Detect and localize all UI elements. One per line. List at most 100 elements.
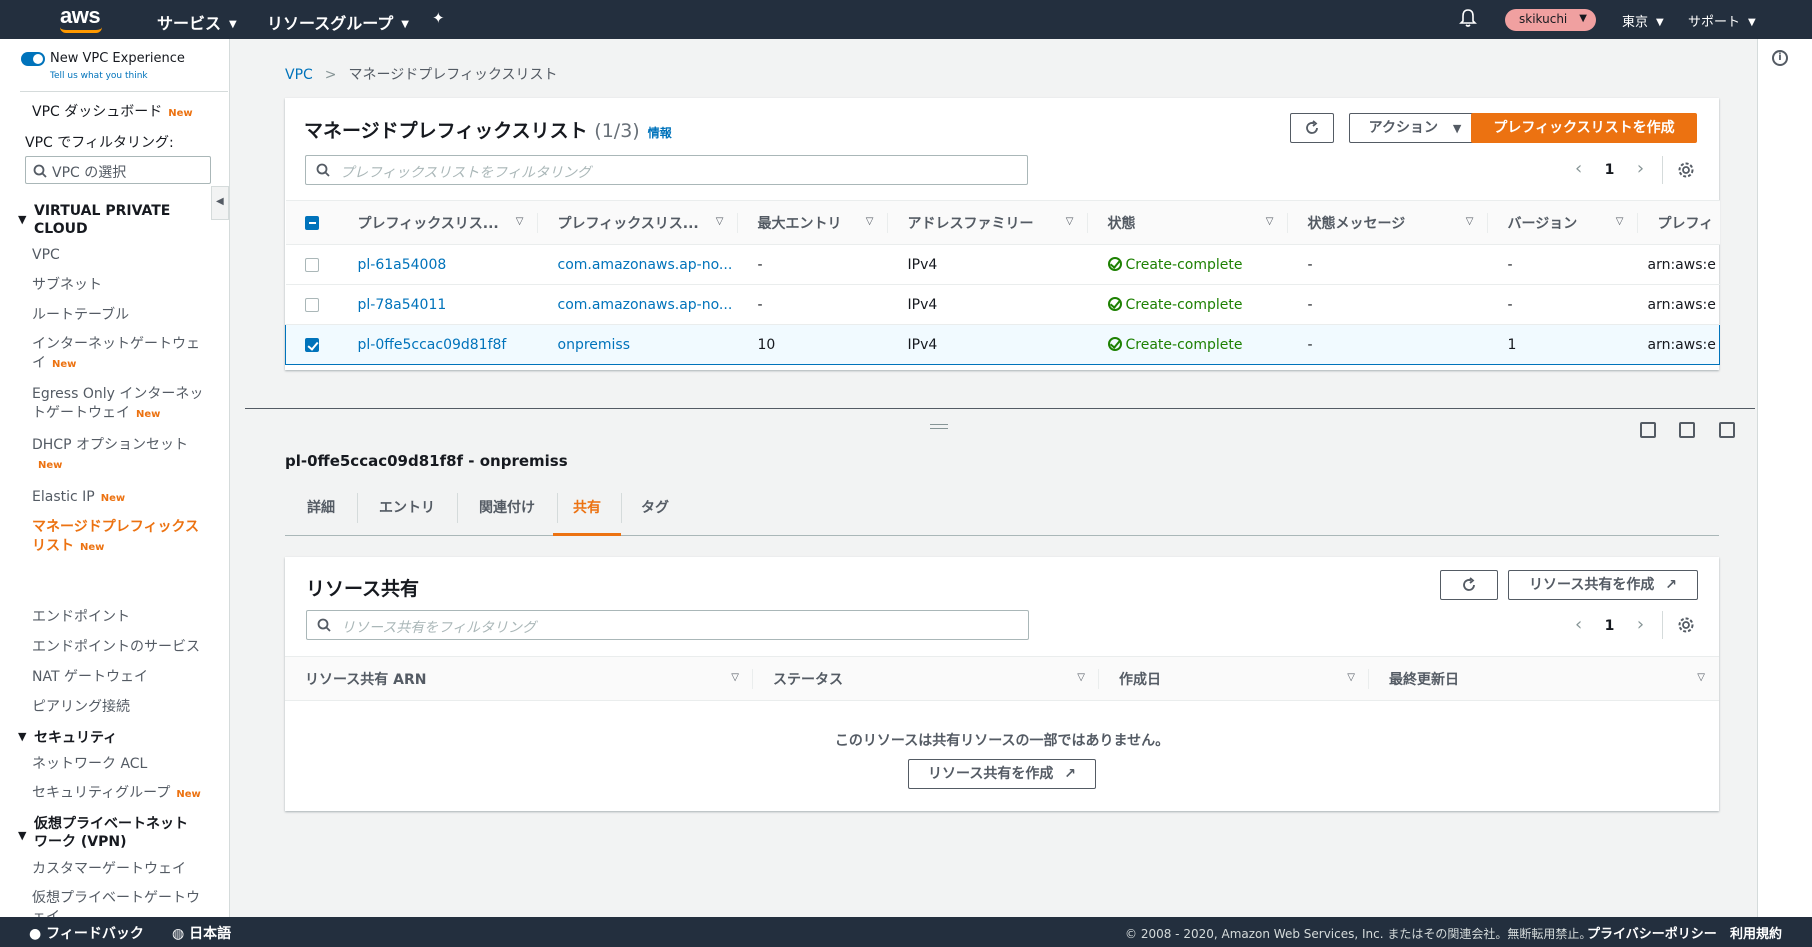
caret-down-icon[interactable]: ▼ [18, 213, 26, 226]
row-checkbox[interactable] [304, 257, 319, 272]
split-panel-divider[interactable] [245, 408, 1755, 409]
region-menu[interactable]: 東京 ▼ [1622, 11, 1664, 30]
column-header[interactable]: バージョン ▽ [1487, 200, 1638, 245]
sidebar-item-vpc[interactable]: VPC [32, 246, 60, 265]
sidebar-item-route-tables[interactable]: ルートテーブル [32, 306, 129, 325]
prefix-list-name-link[interactable]: onpremiss [558, 337, 631, 353]
caret-down-icon[interactable]: ▼ [18, 730, 26, 743]
column-header[interactable]: プレフィ [1637, 200, 1720, 245]
prefix-list-name-link[interactable]: com.amazonaws.ap-no... [558, 257, 733, 273]
panel-center-icon[interactable] [1679, 422, 1695, 438]
tab-tags[interactable]: タグ [621, 488, 689, 536]
terms-link[interactable]: 利用規約 [1730, 923, 1782, 942]
refresh-button[interactable] [1440, 570, 1498, 600]
user-menu[interactable]: skikuchi ▼ [1505, 9, 1596, 31]
services-menu[interactable]: サービス ▼ [157, 10, 237, 34]
gear-icon[interactable] [1677, 616, 1695, 634]
column-header[interactable]: ステータス ▽ [753, 656, 1099, 701]
sidebar-item-dashboard[interactable]: VPC ダッシュボード New [32, 103, 193, 123]
sidebar: New VPC Experience Tell us what you thin… [0, 39, 230, 917]
sidebar-item-network-acl[interactable]: ネットワーク ACL [32, 755, 147, 774]
prefix-list-filter-input[interactable]: プレフィックスリストをフィルタリング [305, 155, 1028, 185]
vpc-select[interactable]: VPC の選択 [25, 156, 211, 184]
resource-share-filter-input[interactable]: リソース共有をフィルタリング [306, 610, 1029, 640]
column-header[interactable]: 作成日 ▽ [1099, 656, 1369, 701]
sidebar-item-peering[interactable]: ピアリング接続 [32, 698, 130, 717]
breadcrumb-vpc[interactable]: VPC [285, 67, 313, 83]
panel-full-icon[interactable] [1719, 422, 1735, 438]
support-menu[interactable]: サポート ▼ [1688, 11, 1756, 30]
actions-button[interactable]: アクション ▼ [1349, 113, 1481, 143]
column-header-label: プレフィックスリス... [557, 215, 699, 232]
sidebar-group-security[interactable]: セキュリティ [34, 729, 117, 747]
column-header[interactable]: アドレスファミリー ▽ [887, 200, 1088, 245]
row-checkbox[interactable] [304, 297, 319, 312]
create-resource-share-button[interactable]: リソース共有を作成 ↗ [1508, 570, 1698, 600]
page-number[interactable]: 1 [1605, 162, 1615, 178]
prefix-list-name-link[interactable]: com.amazonaws.ap-no... [558, 297, 733, 313]
chevron-right-icon[interactable]: › [1637, 614, 1644, 635]
sidebar-item-egress-only-gateways[interactable]: Egress Only インターネットゲートウェイ New [32, 385, 212, 424]
aws-logo[interactable]: aws [60, 3, 101, 29]
feedback-hint-link[interactable]: Tell us what you think [50, 71, 148, 81]
table-row-selected[interactable]: pl-0ffe5ccac09d81f8f onpremiss 10 IPv4 C… [285, 324, 1720, 365]
info-icon[interactable]: i [1772, 50, 1788, 66]
chevron-left-icon[interactable]: ‹ [1575, 614, 1582, 635]
sidebar-item-customer-gateways[interactable]: カスタマーゲートウェイ [32, 860, 186, 879]
language-selector[interactable]: ◍ 日本語 [172, 923, 231, 943]
sidebar-item-endpoint-services[interactable]: エンドポイントのサービス [32, 638, 200, 657]
panel-bottom-icon[interactable] [1640, 422, 1656, 438]
sort-icon: ▽ [1465, 216, 1474, 227]
sidebar-item-subnets[interactable]: サブネット [32, 276, 102, 295]
sidebar-item-nat-gateways[interactable]: NAT ゲートウェイ [32, 668, 148, 687]
pin-icon[interactable]: ✦ [432, 9, 445, 27]
new-vpc-experience-toggle[interactable] [21, 52, 45, 66]
sidebar-item-virtual-private-gateways[interactable]: 仮想プライベートゲートウェイ [32, 889, 212, 917]
tab-details[interactable]: 詳細 [285, 488, 357, 536]
sidebar-item-elastic-ip[interactable]: Elastic IP New [32, 488, 125, 508]
refresh-button[interactable] [1290, 113, 1334, 143]
create-prefix-list-button[interactable]: プレフィックスリストを作成 [1471, 113, 1697, 143]
column-header[interactable]: リソース共有 ARN ▽ [285, 656, 753, 701]
column-header[interactable]: プレフィックスリス... ▽ [537, 200, 738, 245]
prefix-list-id-link[interactable]: pl-0ffe5ccac09d81f8f [358, 337, 507, 353]
gear-icon[interactable] [1677, 161, 1695, 179]
select-all-checkbox[interactable] [304, 215, 319, 230]
prefix-list-id-link[interactable]: pl-61a54008 [358, 257, 447, 273]
tab-sharing[interactable]: 共有 [553, 488, 621, 536]
resource-groups-menu[interactable]: リソースグループ ▼ [267, 10, 409, 34]
max-entries-cell: - [737, 284, 888, 325]
table-row[interactable]: pl-78a54011 com.amazonaws.ap-no... - IPv… [285, 284, 1720, 325]
sidebar-item-managed-prefix-lists[interactable]: マネージドプレフィックスリスト New [32, 518, 208, 557]
prefix-list-id-link[interactable]: pl-78a54011 [358, 297, 447, 313]
bell-icon[interactable] [1459, 8, 1477, 28]
page-number[interactable]: 1 [1605, 618, 1615, 634]
tab-entries[interactable]: エントリ [357, 488, 457, 536]
empty-create-resource-share-button[interactable]: リソース共有を作成 ↗ [908, 759, 1096, 789]
sidebar-item-endpoints[interactable]: エンドポイント [32, 608, 130, 627]
sidebar-collapse-button[interactable]: ◀ [211, 186, 229, 220]
sidebar-group-vpc[interactable]: VIRTUAL PRIVATE CLOUD [34, 202, 174, 238]
column-header-label: ステータス [773, 671, 843, 688]
feedback-link[interactable]: ● フィードバック [29, 923, 144, 943]
sidebar-item-security-groups[interactable]: セキュリティグループ New [32, 784, 201, 804]
sidebar-item-dhcp-options[interactable]: DHCP オプションセット New [32, 436, 192, 475]
sidebar-item-internet-gateways[interactable]: インターネットゲートウェイ New [32, 335, 204, 374]
caret-down-icon[interactable]: ▼ [18, 829, 26, 842]
row-checkbox[interactable] [305, 337, 319, 352]
chevron-right-icon[interactable]: › [1637, 158, 1644, 179]
chevron-left-icon[interactable]: ‹ [1575, 158, 1582, 179]
drag-handle-icon[interactable] [930, 424, 948, 429]
column-header[interactable]: プレフィックスリス... ▽ [337, 200, 538, 245]
sort-icon: ▽ [1615, 216, 1624, 227]
column-header[interactable]: 状態 ▽ [1087, 200, 1288, 245]
sidebar-group-vpn[interactable]: 仮想プライベートネットワーク (VPN) [34, 815, 194, 851]
prefix-list-table: プレフィックスリス... ▽ プレフィックスリス... ▽ 最大エントリ ▽ アドレス… [285, 200, 1720, 365]
column-header[interactable]: 最大エントリ ▽ [737, 200, 888, 245]
table-row[interactable]: pl-61a54008 com.amazonaws.ap-no... - IPv… [285, 244, 1720, 285]
column-header[interactable]: 最終更新日 ▽ [1369, 656, 1719, 701]
info-link[interactable]: 情報 [648, 126, 672, 140]
privacy-policy-link[interactable]: プライバシーポリシー [1587, 923, 1717, 942]
tab-associations[interactable]: 関連付け [457, 488, 557, 536]
column-header[interactable]: 状態メッセージ ▽ [1287, 200, 1488, 245]
